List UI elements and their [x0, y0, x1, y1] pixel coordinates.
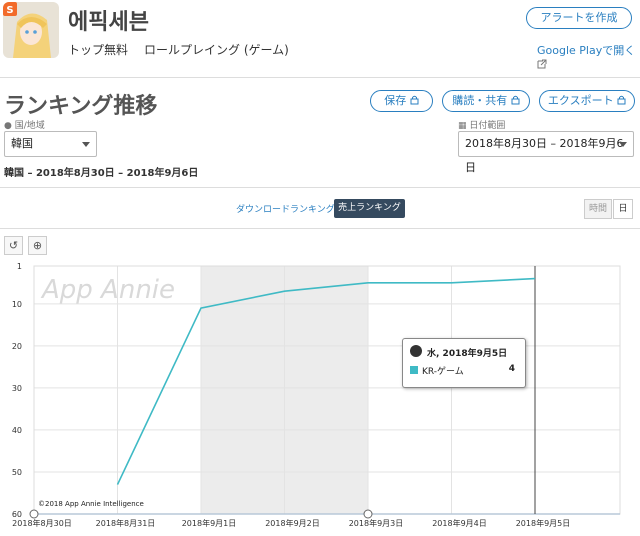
country-label: ● 国/地域 — [4, 118, 45, 131]
google-play-link[interactable]: Google Playで開く — [537, 42, 640, 71]
x-tick-label: 2018年9月5日 — [516, 518, 571, 528]
app-icon: S — [3, 2, 59, 58]
export-button[interactable]: エクスポート — [539, 90, 635, 112]
watermark: App Annie — [40, 275, 175, 305]
x-tick-label: 2018年9月2日 — [265, 518, 320, 528]
globe-icon: ● — [4, 121, 12, 131]
lock-icon — [410, 95, 419, 105]
export-label: エクスポート — [547, 94, 614, 107]
y-tick-label: 50 — [12, 468, 22, 477]
zoom-icon[interactable]: ⊕ — [28, 236, 47, 255]
y-tick-label: 30 — [12, 384, 22, 393]
google-play-link-label: Google Playで開く — [537, 44, 636, 57]
range-handle-icon — [363, 509, 373, 519]
create-alert-button[interactable]: アラートを作成 — [526, 7, 632, 29]
app-meta: トップ無料 ロールプレイング (ゲーム) — [68, 41, 289, 58]
country-select[interactable]: 韓国 — [4, 131, 97, 157]
globe-icon — [410, 345, 422, 357]
external-link-icon — [537, 59, 547, 69]
country-label-text: 国/地域 — [14, 121, 45, 131]
y-tick-label: 20 — [12, 342, 22, 351]
divider — [0, 228, 640, 229]
y-tick-label: 10 — [12, 300, 22, 309]
tooltip-value: 4 — [508, 364, 515, 374]
rank-category: トップ無料 — [68, 43, 129, 57]
tooltip-series: KR-ゲーム — [422, 367, 464, 377]
date-range-label: ▦ 日付範囲 — [458, 118, 505, 131]
tab-download-ranking[interactable]: ダウンロードランキング — [236, 202, 335, 215]
chart-subtitle: 韓国 – 2018年8月30日 – 2018年9月6日 — [4, 168, 199, 179]
x-tick-label: 2018年8月30日 — [12, 518, 72, 528]
lock-icon — [511, 95, 520, 105]
app-title: 에픽세븐 — [68, 10, 149, 35]
y-tick-label: 40 — [12, 426, 22, 435]
granularity-day-button[interactable]: 日 — [613, 199, 633, 219]
genre-label: ロールプレイング (ゲーム) — [144, 43, 289, 57]
reset-zoom-icon[interactable]: ↺ — [4, 236, 23, 255]
calendar-icon: ▦ — [458, 121, 467, 131]
country-value: 韓国 — [11, 137, 33, 150]
x-tick-label: 2018年9月3日 — [349, 518, 404, 528]
series-swatch — [410, 366, 418, 374]
granularity-hour-button[interactable]: 時間 — [584, 199, 612, 219]
ranking-chart: App Annie 1 10 20 30 40 50 602018年8月30日 2018年8月… — [12, 262, 621, 528]
x-tick-label: 2018年9月4日 — [432, 518, 487, 528]
date-value: 2018年8月30日 – 2018年9月6日 — [465, 137, 624, 174]
range-handle-icon — [29, 509, 39, 519]
divider — [0, 187, 640, 188]
tab-revenue-ranking[interactable]: 売上ランキング — [334, 199, 405, 218]
share-button[interactable]: 購読・共有 — [442, 90, 530, 112]
x-tick-label: 2018年9月1日 — [182, 518, 237, 528]
copyright: ©2018 App Annie Intelligence — [38, 500, 144, 508]
page-title: ランキング推移 — [4, 94, 158, 119]
chevron-down-icon — [82, 142, 90, 147]
chart-tooltip: 水, 2018年9月5日 KR-ゲーム 4 — [402, 338, 526, 388]
y-tick-label: 1 — [17, 262, 22, 271]
svg-text:S: S — [6, 5, 13, 16]
save-button[interactable]: 保存 — [370, 90, 433, 112]
x-tick-label: 2018年8月31日 — [96, 518, 156, 528]
divider — [0, 77, 640, 78]
tooltip-date: 水, 2018年9月5日 — [427, 349, 508, 359]
share-label: 購読・共有 — [452, 94, 508, 107]
date-label-text: 日付範囲 — [469, 121, 506, 131]
save-label: 保存 — [384, 94, 407, 107]
date-range-select[interactable]: 2018年8月30日 – 2018年9月6日 — [458, 131, 634, 174]
chevron-down-icon — [619, 142, 627, 147]
y-tick-label: 60 — [12, 510, 22, 519]
lock-icon — [617, 95, 626, 105]
